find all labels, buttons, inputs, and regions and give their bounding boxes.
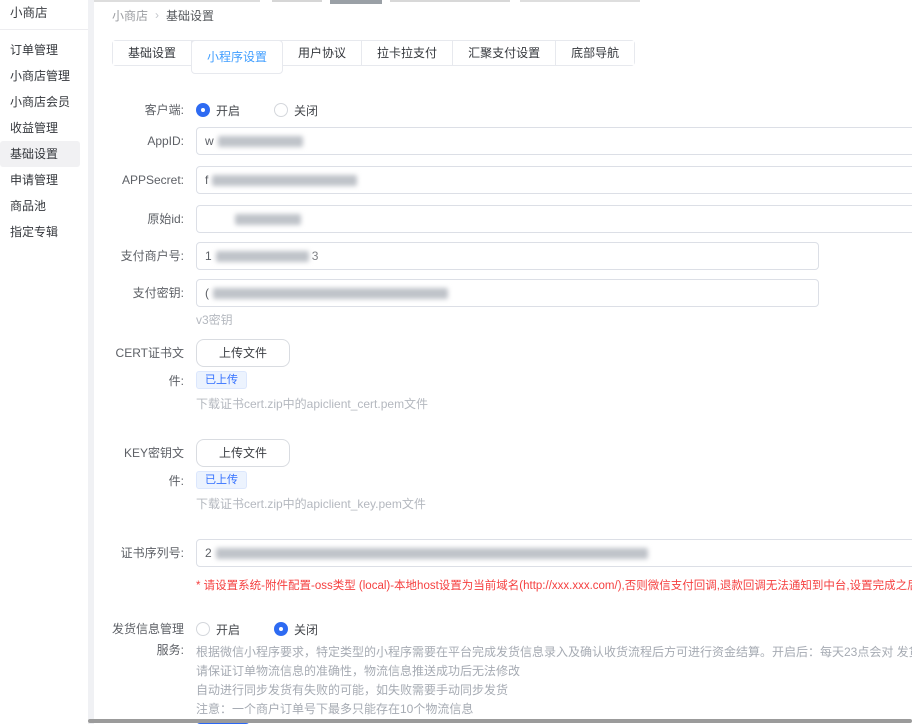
shipping-service-description: 根据微信小程序要求，特定类型的小程序需要在平台完成发货信息录入及确认收货流程后方… xyxy=(196,643,912,719)
tab-footer-nav[interactable]: 底部导航 xyxy=(556,41,634,65)
main-content: 小商店 › 基础设置 基础设置 小程序设置 用户协议 拉卡拉支付 汇聚支付设置 … xyxy=(94,0,912,724)
shipping-off-label[interactable]: 关闭 xyxy=(294,621,318,638)
app-window: 小商店 订单管理 小商店管理 小商店会员 收益管理 基础设置 申请管理 商品池 … xyxy=(0,0,912,724)
client-off-label[interactable]: 关闭 xyxy=(294,102,318,119)
key-upload-button[interactable]: 上传文件 xyxy=(196,439,290,467)
client-label: 客户端: xyxy=(112,96,196,124)
client-on-radio[interactable] xyxy=(196,103,210,117)
cert-serial-label: 证书序列号: xyxy=(112,539,196,567)
shipping-off-radio[interactable] xyxy=(274,622,288,636)
appid-masked-value xyxy=(218,136,303,147)
sidebar-item-product-pool[interactable]: 商品池 xyxy=(0,193,80,219)
tab-user-agreement[interactable]: 用户协议 xyxy=(283,41,362,65)
shipping-service-label: 发货信息管理服务: xyxy=(112,617,196,661)
appid-value-prefix: w xyxy=(205,134,214,148)
sidebar: 小商店 订单管理 小商店管理 小商店会员 收益管理 基础设置 申请管理 商品池 … xyxy=(0,0,88,724)
pay-key-hint: v3密钥 xyxy=(196,313,912,327)
settings-tab-bar: 基础设置 小程序设置 用户协议 拉卡拉支付 汇聚支付设置 底部导航 xyxy=(112,40,635,66)
shipping-desc-line: 自动进行同步发货有失败的可能，如失败需要手动同步发货 xyxy=(196,681,912,700)
shipping-desc-line: 根据微信小程序要求，特定类型的小程序需要在平台完成发货信息录入及确认收货流程后方… xyxy=(196,643,912,662)
cert-serial-masked-value xyxy=(216,548,648,559)
breadcrumb-current: 基础设置 xyxy=(166,7,214,24)
oss-config-warning: * 请设置系统-附件配置-oss类型 (local)-本地host设置为当前域名… xyxy=(196,579,912,593)
pay-key-masked-value xyxy=(213,288,448,299)
pay-key-value-prefix: ( xyxy=(205,286,209,300)
sidebar-item-application-management[interactable]: 申请管理 xyxy=(0,167,80,193)
merchant-no-masked-value xyxy=(216,251,309,262)
original-id-masked-value xyxy=(235,214,301,225)
merchant-no-input[interactable]: 1 3 xyxy=(196,242,819,270)
merchant-no-value-suffix: 3 xyxy=(312,249,319,263)
cert-serial-input[interactable]: 2 xyxy=(196,539,912,567)
appsecret-value-prefix: f xyxy=(205,173,208,187)
appsecret-label: APPSecret: xyxy=(112,166,196,194)
tab-lakala-pay[interactable]: 拉卡拉支付 xyxy=(362,41,453,65)
original-id-label: 原始id: xyxy=(112,205,196,233)
breadcrumb: 小商店 › 基础设置 xyxy=(112,6,912,24)
merchant-no-label: 支付商户号: xyxy=(112,242,196,270)
cert-file-hint: 下载证书cert.zip中的apiclient_cert.pem文件 xyxy=(196,397,912,411)
sidebar-item-revenue-management[interactable]: 收益管理 xyxy=(0,115,80,141)
breadcrumb-root[interactable]: 小商店 xyxy=(112,7,148,24)
cert-upload-button[interactable]: 上传文件 xyxy=(196,339,290,367)
shipping-on-label[interactable]: 开启 xyxy=(216,621,240,638)
cert-serial-value-prefix: 2 xyxy=(205,546,212,560)
sidebar-menu: 订单管理 小商店管理 小商店会员 收益管理 基础设置 申请管理 商品池 指定专辑 xyxy=(0,30,88,245)
appsecret-input[interactable]: f xyxy=(196,166,912,194)
sidebar-item-designated-album[interactable]: 指定专辑 xyxy=(0,219,80,245)
pay-key-label: 支付密钥: xyxy=(112,279,196,307)
cert-file-label: CERT证书文件: xyxy=(112,339,196,395)
appid-input[interactable]: w xyxy=(196,127,912,155)
tab-basic-settings[interactable]: 基础设置 xyxy=(113,41,192,65)
key-file-hint: 下载证书cert.zip中的apiclient_key.pem文件 xyxy=(196,497,912,511)
miniprogram-settings-form: 客户端: 开启 关闭 AppID: w xyxy=(112,96,912,724)
sidebar-item-shop-management[interactable]: 小商店管理 xyxy=(0,63,80,89)
original-id-input[interactable] xyxy=(196,205,912,233)
tab-huiju-pay-settings[interactable]: 汇聚支付设置 xyxy=(453,41,556,65)
sidebar-item-shop-members[interactable]: 小商店会员 xyxy=(0,89,80,115)
shipping-desc-line: 请保证订单物流信息的准确性，物流信息推送成功后无法修改 xyxy=(196,662,912,681)
sidebar-item-order-management[interactable]: 订单管理 xyxy=(0,37,80,63)
appid-label: AppID: xyxy=(112,127,196,155)
shipping-on-radio[interactable] xyxy=(196,622,210,636)
sidebar-brand: 小商店 xyxy=(0,0,88,30)
client-off-radio[interactable] xyxy=(274,103,288,117)
key-uploaded-tag: 已上传 xyxy=(196,471,247,489)
key-file-label: KEY密钥文件: xyxy=(112,439,196,495)
pay-key-input[interactable]: ( xyxy=(196,279,819,307)
breadcrumb-separator-icon: › xyxy=(155,8,159,22)
client-on-label[interactable]: 开启 xyxy=(216,102,240,119)
tab-miniprogram-settings[interactable]: 小程序设置 xyxy=(191,40,283,74)
sidebar-item-basic-settings[interactable]: 基础设置 xyxy=(0,141,80,167)
cert-uploaded-tag: 已上传 xyxy=(196,371,247,389)
shipping-desc-line: 注意：一个商户订单号下最多只能存在10个物流信息 xyxy=(196,700,912,719)
appsecret-masked-value xyxy=(212,175,357,186)
merchant-no-value-prefix: 1 xyxy=(205,249,212,263)
